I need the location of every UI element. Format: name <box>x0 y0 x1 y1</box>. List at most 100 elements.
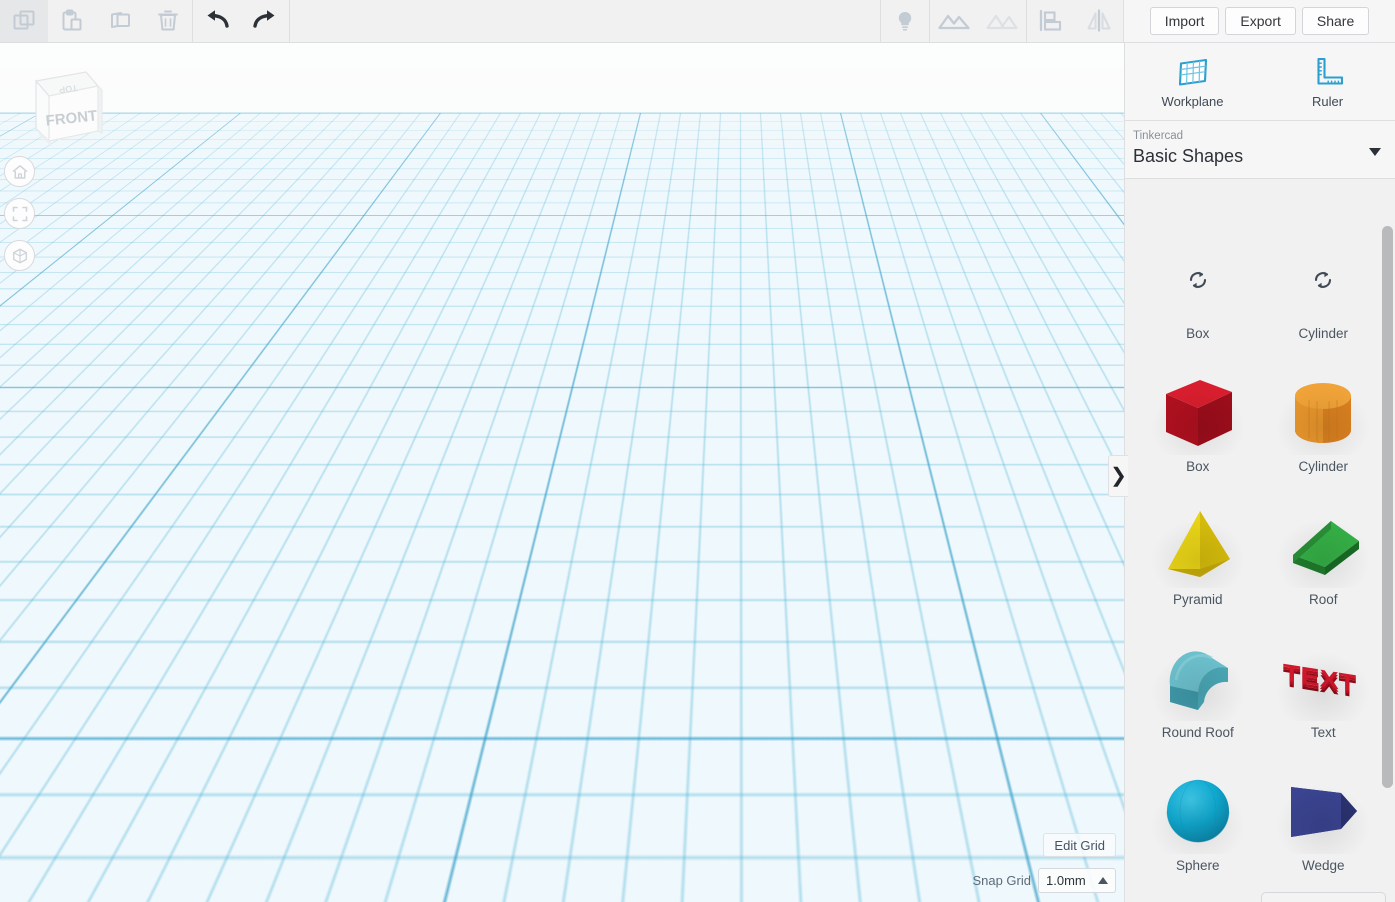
shape-tile-roof[interactable]: Roof <box>1261 493 1387 626</box>
caret-up-icon <box>1098 877 1108 884</box>
perspective-toggle-button[interactable] <box>4 240 35 271</box>
view-cube[interactable]: FRONT TOP <box>12 59 108 155</box>
panel-tools-row: Workplane Ruler <box>1125 43 1395 121</box>
shape-tile-wedge[interactable]: Wedge <box>1261 759 1387 892</box>
lightbulb-button[interactable] <box>881 0 929 42</box>
align-icon <box>1039 9 1062 32</box>
category-provider: Tinkercad <box>1133 130 1184 142</box>
snap-grid-label: Snap Grid <box>972 873 1031 888</box>
lightbulb-icon <box>898 12 912 31</box>
paste-button[interactable] <box>48 0 96 42</box>
workplane-tool-label: Workplane <box>1161 93 1224 109</box>
mirror-icon <box>1087 9 1111 32</box>
history-tool-group <box>193 0 289 42</box>
visibility-tool-group <box>881 0 929 42</box>
collapse-panel-button[interactable]: ❯ <box>1108 455 1128 497</box>
roof-shape-icon <box>1293 521 1360 575</box>
ungroup-button[interactable] <box>978 0 1026 42</box>
spinner-icon <box>1315 271 1332 289</box>
shape-label: Wedge <box>1301 858 1345 873</box>
top-toolbar <box>0 0 1124 43</box>
group-icon <box>938 14 970 30</box>
align-tool-group <box>1027 0 1123 42</box>
delete-button[interactable] <box>144 0 192 42</box>
snap-grid-select[interactable]: 1.0mm <box>1038 868 1116 893</box>
spinner-icon <box>1189 271 1206 289</box>
export-button[interactable]: Export <box>1225 7 1296 35</box>
workplane-grid <box>0 43 1124 902</box>
shape-label: Sphere <box>1175 858 1220 873</box>
ruler-tool[interactable]: Ruler <box>1260 43 1395 120</box>
shape-tile-box-loading[interactable]: Box <box>1135 227 1261 360</box>
shape-tile-pyramid[interactable]: Pyramid <box>1135 493 1261 626</box>
shape-thumbnail <box>1268 766 1378 858</box>
import-button[interactable]: Import <box>1149 7 1220 35</box>
ruler-icon <box>1316 57 1343 85</box>
home-icon <box>12 164 27 179</box>
shape-label: Cylinder <box>1298 326 1349 341</box>
shape-tile-round-roof[interactable]: Round Roof <box>1135 626 1261 759</box>
ruler-tool-label: Ruler <box>1311 93 1344 109</box>
shape-category-dropdown[interactable]: Tinkercad Basic Shapes <box>1125 121 1395 179</box>
shape-label: Roof <box>1308 592 1338 607</box>
undo-button[interactable] <box>193 0 241 42</box>
shape-label: Box <box>1186 326 1210 341</box>
shape-thumbnail <box>1268 367 1378 459</box>
group-tool-group <box>930 0 1026 42</box>
snap-grid-value: 1.0mm <box>1046 873 1086 888</box>
redo-button[interactable] <box>241 0 289 42</box>
group-button[interactable] <box>930 0 978 42</box>
fit-view-icon <box>12 206 27 221</box>
shape-label: Text <box>1310 725 1336 740</box>
shape-label: Cylinder <box>1298 459 1349 474</box>
text-shape-icon: TEXT TEXT TEXT <box>1283 659 1357 703</box>
shape-thumbnail: TEXT TEXT TEXT <box>1268 633 1378 725</box>
category-name: Basic Shapes <box>1133 146 1244 166</box>
shape-thumbnail <box>1143 766 1253 858</box>
cylinder-shape-icon <box>1295 383 1352 443</box>
shape-thumbnail <box>1143 633 1253 725</box>
panel-scrollbar-thumb[interactable] <box>1382 226 1393 788</box>
wedge-shape-icon <box>1291 787 1358 837</box>
align-button[interactable] <box>1027 0 1075 42</box>
round-roof-shape-icon <box>1169 651 1228 710</box>
shape-label: Box <box>1186 459 1210 474</box>
workplane-tool[interactable]: Workplane <box>1125 43 1260 120</box>
perspective-icon <box>12 248 27 263</box>
shape-thumbnail <box>1143 234 1253 326</box>
share-button[interactable]: Share <box>1301 7 1370 35</box>
tinkercad-app: Import Export Share FRONT TOP Edit Grid … <box>0 0 1395 902</box>
box-shape-icon <box>1165 380 1232 446</box>
shape-tile-sphere[interactable]: Sphere <box>1135 759 1261 892</box>
shape-tile-box[interactable]: Box <box>1135 360 1261 493</box>
ungroup-icon <box>986 14 1018 30</box>
shape-label: Pyramid <box>1172 592 1223 607</box>
duplicate-button[interactable] <box>96 0 144 42</box>
shape-tile-text[interactable]: TEXT TEXT TEXT Text <box>1261 626 1387 759</box>
3d-viewport[interactable]: FRONT TOP Edit Grid Snap Grid 1.0mm <box>0 43 1124 902</box>
shape-thumbnail <box>1143 367 1253 459</box>
snap-grid-control: Snap Grid 1.0mm <box>972 868 1116 893</box>
edit-grid-button[interactable]: Edit Grid <box>1043 833 1116 857</box>
shape-tile-cylinder[interactable]: Cylinder <box>1261 360 1387 493</box>
shape-thumbnail <box>1143 500 1253 592</box>
home-view-button[interactable] <box>4 156 35 187</box>
fit-view-button[interactable] <box>4 198 35 229</box>
shape-tile-cylinder-loading[interactable]: Cylinder <box>1261 227 1387 360</box>
workplane-icon <box>1178 58 1207 86</box>
copy-button[interactable] <box>0 0 48 42</box>
shape-grid: Box Cylinder Box Cylinder Pyramid Roof R… <box>1125 223 1395 902</box>
workplane-surface <box>0 43 1124 113</box>
shape-thumbnail <box>1268 234 1378 326</box>
workplane-horizon-fade <box>0 43 1124 902</box>
shape-library-scroll[interactable]: Box Cylinder Box Cylinder Pyramid Roof R… <box>1125 223 1395 902</box>
shape-tile-cone[interactable]: Cone <box>1135 892 1261 902</box>
shape-thumbnail <box>1268 500 1378 592</box>
shapes-panel: Workplane Ruler Tinkercad Basic Shapes B… <box>1124 43 1395 902</box>
shape-tile-torus[interactable]: Torus <box>1260 892 1386 902</box>
viewcube-top-label: TOP <box>59 83 78 95</box>
chevron-down-icon <box>1369 148 1381 156</box>
edit-tool-group <box>0 0 192 42</box>
mirror-button[interactable] <box>1075 0 1123 42</box>
